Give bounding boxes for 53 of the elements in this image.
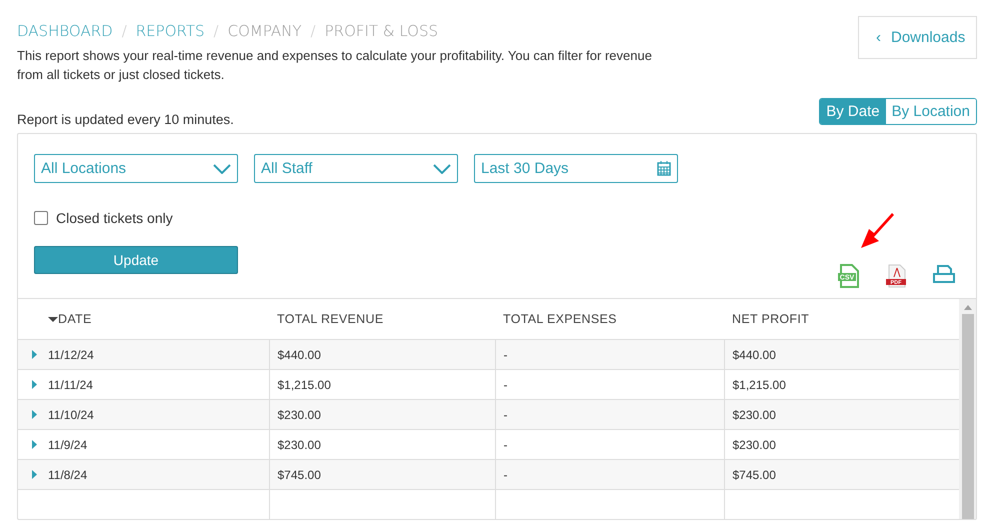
table-cell: 11/11/24 (48, 378, 93, 392)
column-header[interactable]: TOTAL EXPENSES (495, 299, 724, 340)
update-button[interactable]: Update (34, 246, 238, 274)
breadcrumb-link[interactable]: REPORTS (136, 22, 205, 40)
table-cell: $440.00 (732, 348, 776, 362)
report-description: This report shows your real-time revenue and expenses to calculate your profitability. You can filter for revenue from all tickets or just closed tickets. (17, 47, 653, 84)
table-cell: $1,215.00 (732, 378, 786, 392)
table-cell: $440.00 (278, 348, 321, 362)
view-tab[interactable]: By Date (820, 99, 886, 124)
calendar-icon (657, 161, 671, 176)
breadcrumb-separator: / (122, 22, 127, 40)
scroll-up-icon[interactable] (964, 305, 972, 310)
table-cell: 11/8/24 (48, 468, 88, 482)
downloads-button[interactable]: ‹ Downloads (858, 16, 977, 59)
caret-right-icon[interactable] (32, 350, 38, 359)
print-icon[interactable] (932, 264, 956, 286)
table-cell: 11/9/24 (48, 438, 88, 452)
table-cell: $230.00 (732, 408, 776, 422)
column-header[interactable]: NET PROFIT (724, 299, 959, 340)
checkbox[interactable] (34, 211, 48, 225)
chevron-down-icon (213, 164, 231, 174)
table-cell: $230.00 (278, 438, 321, 452)
filter-dropdown[interactable]: All Staff (254, 154, 458, 183)
table-cell: $230.00 (732, 438, 776, 452)
update-note: Report is updated every 10 minutes. (17, 112, 234, 127)
breadcrumb-link[interactable]: DASHBOARD (17, 22, 113, 40)
chevron-down-icon (433, 164, 451, 174)
column-header[interactable]: DATE (48, 299, 269, 340)
caret-right-icon[interactable] (32, 380, 38, 389)
breadcrumb-item: PROFIT & LOSS (324, 22, 438, 40)
table-cell: - (504, 408, 508, 422)
table-cell: - (504, 348, 508, 362)
table-cell: $745.00 (732, 468, 776, 482)
table-cell: $230.00 (278, 408, 321, 422)
filter-dropdown[interactable]: All Locations (34, 154, 238, 183)
breadcrumb-separator: / (214, 22, 219, 40)
pointer-arrow-icon (859, 212, 895, 250)
scrollbar-thumb[interactable] (962, 314, 974, 519)
column-header[interactable]: TOTAL REVENUE (269, 299, 495, 340)
caret-right-icon[interactable] (32, 410, 38, 419)
caret-right-icon[interactable] (32, 440, 38, 449)
breadcrumb-separator: / (310, 22, 316, 40)
table-cell: 11/12/24 (48, 348, 94, 362)
date-range-field[interactable]: Last 30 Days (474, 154, 678, 183)
table-cell: $1,215.00 (278, 378, 331, 392)
breadcrumb-item: COMPANY (228, 22, 302, 40)
table-cell: - (504, 468, 508, 482)
table-cell: $745.00 (278, 468, 321, 482)
caret-right-icon[interactable] (32, 470, 38, 479)
table-cell: 11/10/24 (48, 408, 94, 422)
checkbox-label: Closed tickets only (56, 210, 173, 226)
table-cell: - (504, 438, 508, 452)
table-cell: - (504, 378, 508, 392)
